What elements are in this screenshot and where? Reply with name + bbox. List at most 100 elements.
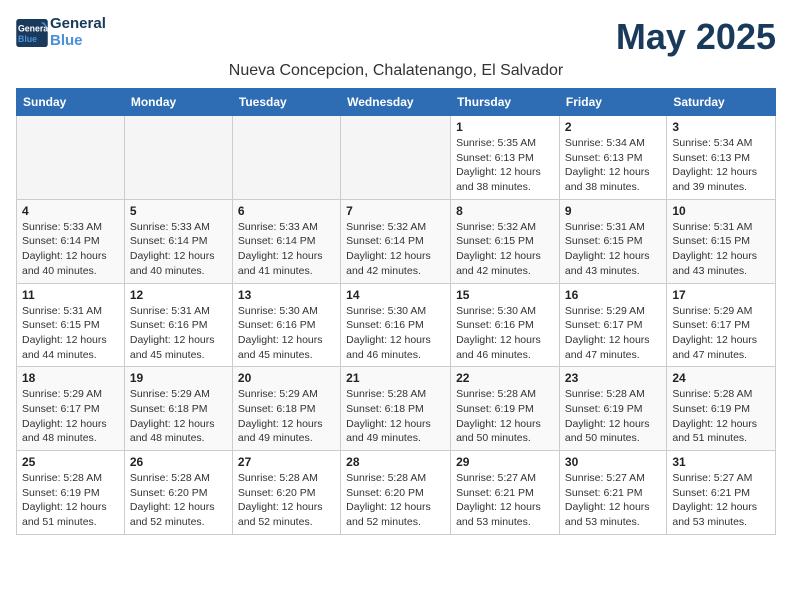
- calendar-cell: 11 Sunrise: 5:31 AMSunset: 6:15 PMDayligh…: [17, 283, 125, 367]
- day-info: Sunrise: 5:28 AMSunset: 6:20 PMDaylight:…: [130, 471, 227, 530]
- day-info: Sunrise: 5:35 AMSunset: 6:13 PMDaylight:…: [456, 136, 554, 195]
- day-number: 23: [565, 371, 661, 385]
- day-info: Sunrise: 5:31 AMSunset: 6:15 PMDaylight:…: [565, 220, 661, 279]
- svg-text:General: General: [18, 23, 48, 33]
- day-info: Sunrise: 5:29 AMSunset: 6:18 PMDaylight:…: [238, 387, 335, 446]
- day-number: 7: [346, 204, 445, 218]
- day-info: Sunrise: 5:32 AMSunset: 6:15 PMDaylight:…: [456, 220, 554, 279]
- day-info: Sunrise: 5:29 AMSunset: 6:17 PMDaylight:…: [672, 304, 770, 363]
- calendar-cell: 29Sunrise: 5:27 AMSunset: 6:21 PMDayligh…: [451, 451, 560, 535]
- day-info: Sunrise: 5:28 AMSunset: 6:18 PMDaylight:…: [346, 387, 445, 446]
- calendar-cell: 20 Sunrise: 5:29 AMSunset: 6:18 PMDayligh…: [232, 367, 340, 451]
- day-info: Sunrise: 5:30 AMSunset: 6:16 PMDaylight:…: [346, 304, 445, 363]
- calendar-table: SundayMondayTuesdayWednesdayThursdayFrid…: [16, 88, 776, 535]
- location-title: Nueva Concepcion, Chalatenango, El Salva…: [16, 62, 776, 80]
- day-info: Sunrise: 5:30 AMSunset: 6:16 PMDaylight:…: [456, 304, 554, 363]
- day-info: Sunrise: 5:27 AMSunset: 6:21 PMDaylight:…: [456, 471, 554, 530]
- calendar-cell: 7 Sunrise: 5:32 AMSunset: 6:14 PMDaylight…: [341, 199, 451, 283]
- logo-text: General Blue: [50, 16, 106, 49]
- day-info: Sunrise: 5:33 AMSunset: 6:14 PMDaylight:…: [130, 220, 227, 279]
- day-info: Sunrise: 5:28 AMSunset: 6:19 PMDaylight:…: [672, 387, 770, 446]
- day-number: 17: [672, 288, 770, 302]
- weekday-header-thursday: Thursday: [451, 89, 560, 116]
- weekday-header-wednesday: Wednesday: [341, 89, 451, 116]
- day-info: Sunrise: 5:34 AMSunset: 6:13 PMDaylight:…: [672, 136, 770, 195]
- day-number: 14: [346, 288, 445, 302]
- day-number: 12: [130, 288, 227, 302]
- calendar-cell: 18 Sunrise: 5:29 AMSunset: 6:17 PMDayligh…: [17, 367, 125, 451]
- logo: General Blue General Blue: [16, 16, 106, 49]
- day-number: 10: [672, 204, 770, 218]
- day-number: 9: [565, 204, 661, 218]
- day-number: 6: [238, 204, 335, 218]
- day-number: 28: [346, 455, 445, 469]
- calendar-cell: 10 Sunrise: 5:31 AMSunset: 6:15 PMDayligh…: [667, 199, 776, 283]
- calendar-cell: 9 Sunrise: 5:31 AMSunset: 6:15 PMDaylight…: [559, 199, 666, 283]
- calendar-cell: 26 Sunrise: 5:28 AMSunset: 6:20 PMDayligh…: [124, 451, 232, 535]
- day-info: Sunrise: 5:28 AMSunset: 6:19 PMDaylight:…: [22, 471, 119, 530]
- calendar-cell: 2 Sunrise: 5:34 AMSunset: 6:13 PMDaylight…: [559, 116, 666, 200]
- calendar-cell: 25 Sunrise: 5:28 AMSunset: 6:19 PMDayligh…: [17, 451, 125, 535]
- calendar-cell: 8Sunrise: 5:32 AMSunset: 6:15 PMDaylight…: [451, 199, 560, 283]
- weekday-header-saturday: Saturday: [667, 89, 776, 116]
- day-info: Sunrise: 5:28 AMSunset: 6:20 PMDaylight:…: [238, 471, 335, 530]
- day-number: 21: [346, 371, 445, 385]
- day-info: Sunrise: 5:27 AMSunset: 6:21 PMDaylight:…: [672, 471, 770, 530]
- calendar-cell: [17, 116, 125, 200]
- calendar-cell: [124, 116, 232, 200]
- day-info: Sunrise: 5:31 AMSunset: 6:16 PMDaylight:…: [130, 304, 227, 363]
- day-info: Sunrise: 5:34 AMSunset: 6:13 PMDaylight:…: [565, 136, 661, 195]
- day-info: Sunrise: 5:28 AMSunset: 6:19 PMDaylight:…: [456, 387, 554, 446]
- calendar-cell: 12 Sunrise: 5:31 AMSunset: 6:16 PMDayligh…: [124, 283, 232, 367]
- calendar-cell: 24 Sunrise: 5:28 AMSunset: 6:19 PMDayligh…: [667, 367, 776, 451]
- day-number: 22: [456, 371, 554, 385]
- day-info: Sunrise: 5:31 AMSunset: 6:15 PMDaylight:…: [22, 304, 119, 363]
- day-number: 3: [672, 120, 770, 134]
- calendar-cell: 13Sunrise: 5:30 AMSunset: 6:16 PMDayligh…: [232, 283, 340, 367]
- day-info: Sunrise: 5:33 AMSunset: 6:14 PMDaylight:…: [238, 220, 335, 279]
- day-number: 4: [22, 204, 119, 218]
- day-info: Sunrise: 5:31 AMSunset: 6:15 PMDaylight:…: [672, 220, 770, 279]
- day-number: 25: [22, 455, 119, 469]
- weekday-header-sunday: Sunday: [17, 89, 125, 116]
- day-number: 24: [672, 371, 770, 385]
- calendar-cell: 6 Sunrise: 5:33 AMSunset: 6:14 PMDaylight…: [232, 199, 340, 283]
- day-number: 26: [130, 455, 227, 469]
- day-info: Sunrise: 5:28 AMSunset: 6:20 PMDaylight:…: [346, 471, 445, 530]
- day-number: 18: [22, 371, 119, 385]
- day-info: Sunrise: 5:32 AMSunset: 6:14 PMDaylight:…: [346, 220, 445, 279]
- calendar-cell: 19Sunrise: 5:29 AMSunset: 6:18 PMDayligh…: [124, 367, 232, 451]
- calendar-cell: 1Sunrise: 5:35 AMSunset: 6:13 PMDaylight…: [451, 116, 560, 200]
- calendar-cell: 16 Sunrise: 5:29 AMSunset: 6:17 PMDayligh…: [559, 283, 666, 367]
- calendar-cell: 5 Sunrise: 5:33 AMSunset: 6:14 PMDaylight…: [124, 199, 232, 283]
- day-number: 30: [565, 455, 661, 469]
- day-number: 16: [565, 288, 661, 302]
- day-number: 11: [22, 288, 119, 302]
- weekday-header-tuesday: Tuesday: [232, 89, 340, 116]
- calendar-cell: 30Sunrise: 5:27 AMSunset: 6:21 PMDayligh…: [559, 451, 666, 535]
- day-number: 15: [456, 288, 554, 302]
- day-number: 31: [672, 455, 770, 469]
- day-number: 2: [565, 120, 661, 134]
- calendar-cell: 22 Sunrise: 5:28 AMSunset: 6:19 PMDayligh…: [451, 367, 560, 451]
- day-number: 27: [238, 455, 335, 469]
- day-number: 5: [130, 204, 227, 218]
- day-info: Sunrise: 5:29 AMSunset: 6:17 PMDaylight:…: [22, 387, 119, 446]
- day-info: Sunrise: 5:33 AMSunset: 6:14 PMDaylight:…: [22, 220, 119, 279]
- calendar-cell: 14 Sunrise: 5:30 AMSunset: 6:16 PMDayligh…: [341, 283, 451, 367]
- day-info: Sunrise: 5:28 AMSunset: 6:19 PMDaylight:…: [565, 387, 661, 446]
- day-number: 13: [238, 288, 335, 302]
- day-info: Sunrise: 5:29 AMSunset: 6:17 PMDaylight:…: [565, 304, 661, 363]
- calendar-cell: 31 Sunrise: 5:27 AMSunset: 6:21 PMDayligh…: [667, 451, 776, 535]
- calendar-cell: [341, 116, 451, 200]
- calendar-cell: 3 Sunrise: 5:34 AMSunset: 6:13 PMDaylight…: [667, 116, 776, 200]
- day-number: 20: [238, 371, 335, 385]
- calendar-cell: 27 Sunrise: 5:28 AMSunset: 6:20 PMDayligh…: [232, 451, 340, 535]
- month-title: May 2025: [616, 16, 776, 58]
- calendar-cell: 4 Sunrise: 5:33 AMSunset: 6:14 PMDaylight…: [17, 199, 125, 283]
- svg-text:Blue: Blue: [18, 33, 37, 43]
- calendar-cell: 23 Sunrise: 5:28 AMSunset: 6:19 PMDayligh…: [559, 367, 666, 451]
- calendar-cell: 17 Sunrise: 5:29 AMSunset: 6:17 PMDayligh…: [667, 283, 776, 367]
- weekday-header-friday: Friday: [559, 89, 666, 116]
- day-info: Sunrise: 5:29 AMSunset: 6:18 PMDaylight:…: [130, 387, 227, 446]
